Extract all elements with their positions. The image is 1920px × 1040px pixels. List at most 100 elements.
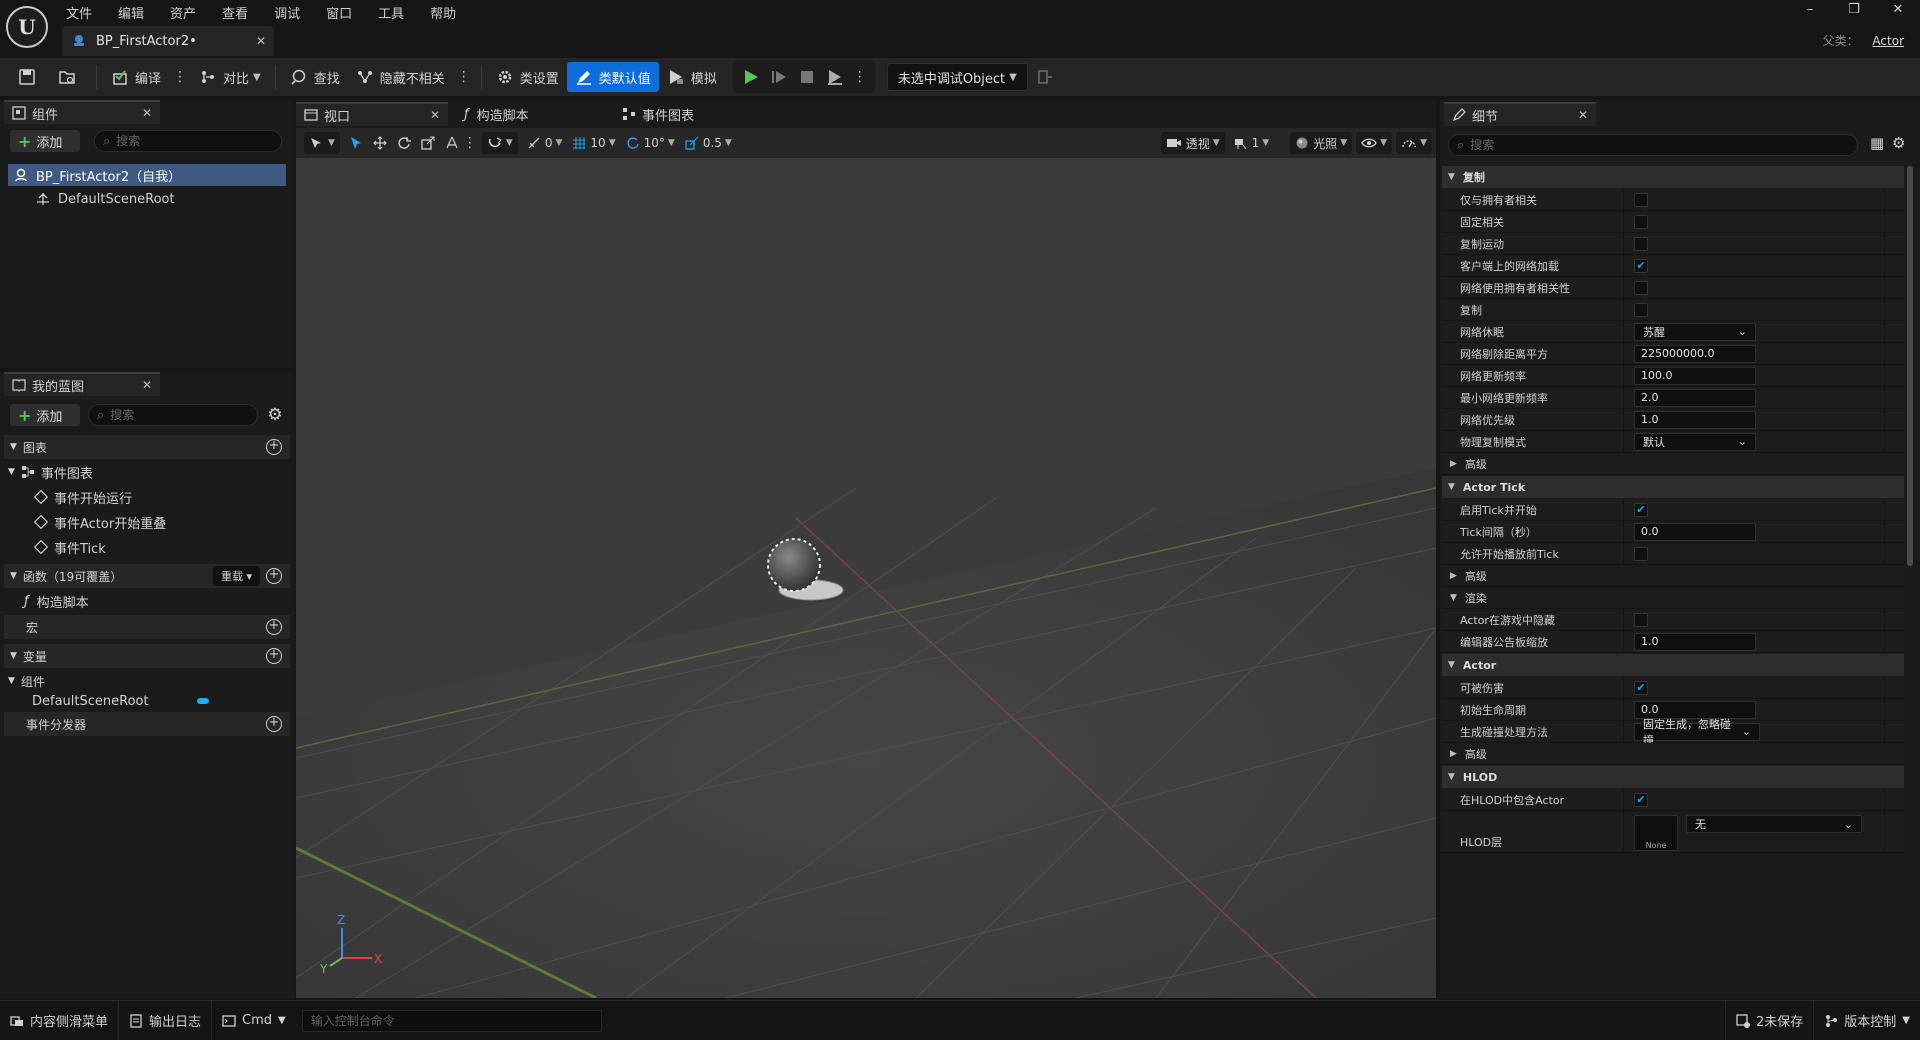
add-function-icon[interactable]: + (266, 568, 282, 584)
checkbox[interactable] (1634, 192, 1648, 207)
scrollbar-thumb[interactable] (1907, 166, 1913, 566)
translate-tool-button[interactable] (368, 132, 392, 154)
hlod-layer-select[interactable]: 无 ⌄ (1686, 815, 1862, 833)
close-icon[interactable]: ✕ (430, 108, 440, 122)
checkbox[interactable] (1634, 236, 1648, 251)
add-macro-icon[interactable]: + (266, 619, 282, 635)
scene-root-sphere[interactable] (767, 538, 821, 592)
menu-file[interactable]: 文件 (66, 3, 92, 22)
checkbox-checked[interactable]: ✔ (1634, 680, 1648, 695)
scale-snap-button[interactable]: 0.5 ▼ (680, 132, 737, 154)
compile-button[interactable]: 编译 (103, 62, 169, 92)
menu-debug[interactable]: 调试 (274, 3, 300, 22)
minimize-button[interactable]: – (1788, 0, 1832, 22)
add-component-button[interactable]: + 添加 (10, 130, 80, 152)
components-search-input[interactable] (116, 134, 281, 148)
angle-snap-button[interactable]: 10° ▼ (621, 132, 680, 154)
menu-tools[interactable]: 工具 (378, 3, 404, 22)
class-settings-button[interactable]: 类设置 (488, 62, 567, 92)
tab-viewport[interactable]: 视口 ✕ (296, 102, 448, 126)
close-icon[interactable]: ✕ (1578, 108, 1588, 122)
close-window-button[interactable]: ✕ (1876, 0, 1920, 22)
camera-speed-button[interactable]: 1 ▼ (1229, 132, 1275, 154)
coordinate-space-button[interactable]: ⋮ (440, 132, 482, 154)
gear-icon[interactable]: ⚙ (1892, 134, 1910, 156)
number-input[interactable]: 1.0 (1634, 632, 1756, 651)
scale-tool-button[interactable] (416, 132, 440, 154)
diff-button[interactable]: 对比 ▼ (191, 62, 269, 92)
select-tool-button[interactable] (344, 132, 368, 154)
hide-unrelated-options-icon[interactable]: ⋮ (453, 69, 475, 85)
details-search-input[interactable] (1470, 138, 1857, 152)
add-graph-icon[interactable]: + (266, 439, 282, 455)
unreal-logo[interactable]: U (6, 6, 48, 48)
3d-scene[interactable]: Z X Y (296, 158, 1436, 998)
section-replication[interactable]: ▼ 复制 (1442, 166, 1904, 188)
console-command-input[interactable] (301, 1009, 602, 1032)
browse-button[interactable] (50, 62, 90, 92)
number-input[interactable]: 0.0 (1634, 522, 1756, 541)
tab-my-blueprint[interactable]: 我的蓝图 ✕ (4, 372, 160, 396)
unsaved-button[interactable]: 2未保存 (1725, 1001, 1815, 1040)
more-icon[interactable]: ⋮ (459, 135, 477, 151)
compile-options-icon[interactable]: ⋮ (169, 69, 191, 85)
menu-asset[interactable]: 资产 (170, 3, 196, 22)
advanced-expander[interactable]: ▶ 高级 (1442, 743, 1904, 765)
close-icon[interactable]: ✕ (248, 34, 274, 48)
find-button[interactable]: 查找 (282, 62, 348, 92)
checkbox[interactable] (1634, 214, 1648, 229)
close-icon[interactable]: ✕ (142, 106, 152, 120)
rotate-tool-button[interactable] (392, 132, 416, 154)
tab-event-graph[interactable]: 事件图表 (614, 102, 764, 126)
viewport-scene[interactable]: Z X Y (296, 158, 1436, 998)
number-input[interactable]: 1.0 (1634, 410, 1756, 429)
override-dropdown[interactable]: 重载 ▾ (212, 566, 260, 586)
lighting-mode-button[interactable]: 光照 ▼ (1290, 132, 1353, 154)
event-tick-item[interactable]: 事件Tick (33, 536, 106, 558)
variable-item[interactable]: DefaultSceneRoot (32, 690, 209, 712)
play-options-icon[interactable]: ⋮ (849, 69, 871, 85)
section-rendering[interactable]: ▼ 渲染 (1442, 587, 1904, 609)
details-scrollbar[interactable] (1906, 164, 1914, 994)
checkbox[interactable] (1634, 280, 1648, 295)
menu-window[interactable]: 窗口 (326, 3, 352, 22)
menu-help[interactable]: 帮助 (430, 3, 456, 22)
document-tab[interactable]: BP_FirstActor2• ✕ (62, 26, 274, 56)
checkbox[interactable] (1634, 546, 1648, 561)
eject-button[interactable] (821, 63, 849, 91)
debug-object-select[interactable]: 未选中调试Object ▼ (886, 63, 1028, 91)
net-dormancy-select[interactable]: 苏醒 ⌄ (1634, 322, 1756, 341)
component-child-item[interactable]: DefaultSceneRoot (36, 189, 175, 209)
components-search[interactable]: ⌕ (94, 130, 282, 152)
construction-script-item[interactable]: ƒ 构造脚本 (24, 590, 89, 612)
event-begin-play-item[interactable]: 事件开始运行 (33, 486, 132, 508)
stop-button[interactable] (793, 63, 821, 91)
number-input[interactable]: 100.0 (1634, 366, 1756, 385)
graphs-section-header[interactable]: ▼ 图表 + (4, 435, 290, 459)
checkbox[interactable] (1634, 612, 1648, 627)
gear-icon[interactable]: ⚙ (264, 404, 286, 426)
surface-snap-button[interactable]: ▼ (481, 132, 518, 154)
hide-unrelated-button[interactable]: 隐藏不相关 (348, 62, 453, 92)
resume-button[interactable] (765, 63, 793, 91)
close-icon[interactable]: ✕ (142, 378, 152, 392)
property-matrix-icon[interactable]: ▦ (1870, 134, 1888, 156)
spawn-collision-select[interactable]: 固定生成，忽略碰撞 ⌄ (1634, 718, 1760, 747)
section-hlod[interactable]: ▼ HLOD (1442, 766, 1904, 788)
advanced-expander[interactable]: ▶ 高级 (1442, 453, 1904, 475)
component-root-item[interactable]: BP_FirstActor2（自我） (8, 164, 286, 186)
grid-snap-button[interactable]: 10 ▼ (567, 132, 620, 154)
checkbox[interactable] (1634, 302, 1648, 317)
section-actor[interactable]: ▼ Actor (1442, 654, 1904, 676)
tab-details[interactable]: 细节 ✕ (1444, 102, 1596, 126)
save-button[interactable] (10, 62, 50, 92)
asset-thumbnail[interactable]: None (1634, 815, 1678, 851)
menu-edit[interactable]: 编辑 (118, 3, 144, 22)
tab-components[interactable]: 组件 ✕ (4, 100, 160, 124)
add-variable-icon[interactable]: + (266, 648, 282, 664)
add-dispatcher-icon[interactable]: + (266, 716, 282, 732)
event-graph-item[interactable]: ▼ 事件图表 (8, 461, 93, 483)
viewport-options-button[interactable]: ▼ (304, 132, 340, 154)
parent-class-link[interactable]: Actor (1872, 34, 1904, 48)
content-drawer-button[interactable]: 内容侧滑菜单 (0, 1001, 120, 1040)
